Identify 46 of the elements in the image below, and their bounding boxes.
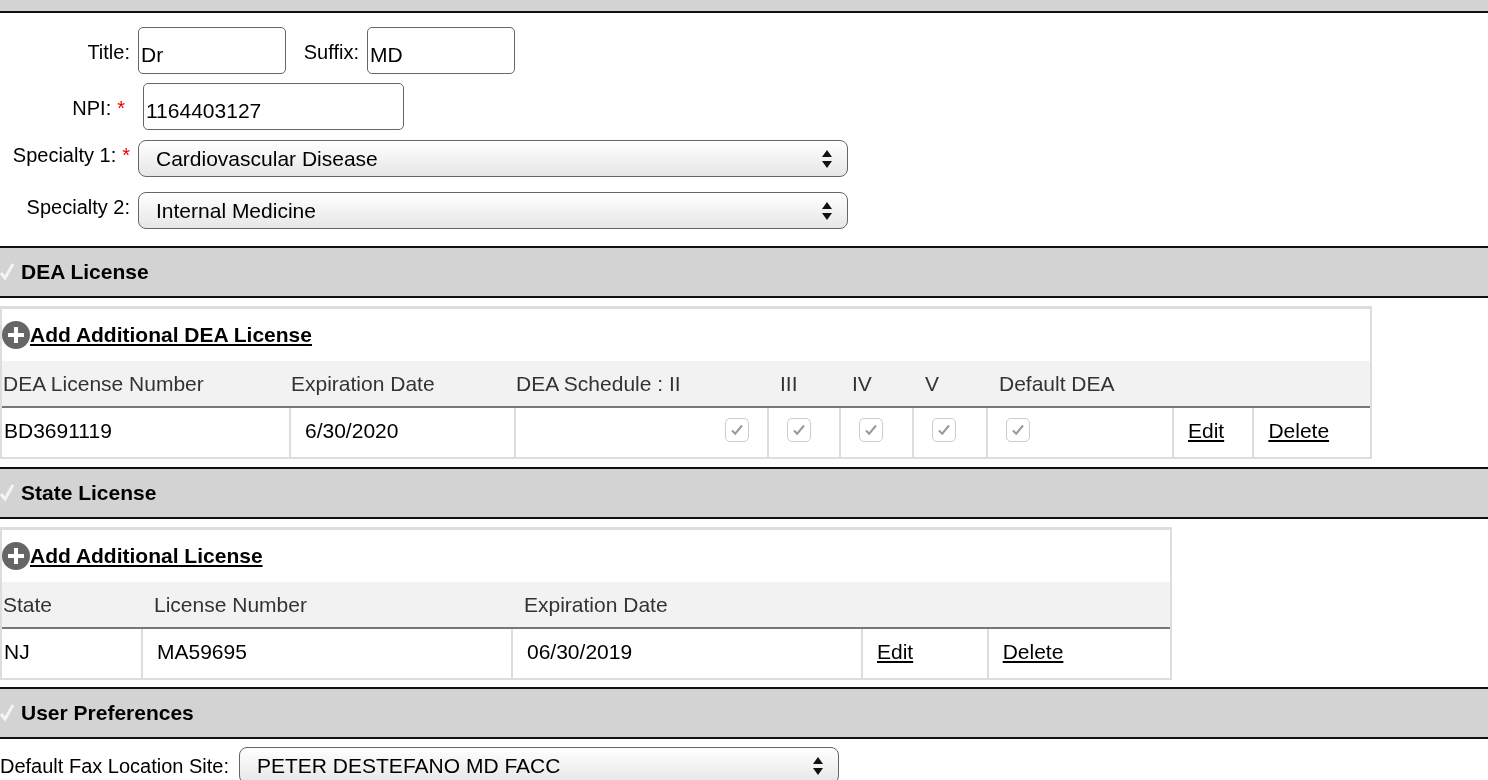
column-header: State: [2, 582, 142, 628]
check-icon: [0, 703, 15, 723]
column-header: III: [768, 361, 840, 407]
table-cell: NJ: [2, 628, 142, 678]
specialty-select[interactable]: Cardiovascular Disease: [138, 140, 848, 177]
column-header: V: [913, 361, 987, 407]
section-title: User Preferences: [21, 700, 194, 727]
required-asterisk: *: [117, 97, 125, 119]
column-header: DEA License Number: [2, 361, 290, 407]
column-header: DEA Schedule : II: [515, 361, 768, 407]
section-title: State License: [21, 480, 157, 507]
select-arrows-icon: [821, 148, 833, 169]
plus-circle-icon[interactable]: [2, 321, 30, 349]
delete-link[interactable]: Delete: [1268, 418, 1330, 442]
text-input[interactable]: MD: [367, 27, 515, 74]
add-license-link[interactable]: Add Additional License: [30, 540, 263, 572]
add-license-link[interactable]: Add Additional DEA License: [30, 319, 312, 351]
table-cell: MA59695: [142, 628, 512, 678]
column-header: Expiration Date: [512, 582, 862, 628]
edit-link[interactable]: Edit: [1188, 418, 1225, 442]
table-cell: 06/30/2019: [512, 628, 862, 678]
column-header: Default DEA: [987, 361, 1173, 407]
text-input[interactable]: Dr: [138, 27, 286, 74]
field-label: Default Fax Location Site:: [0, 753, 229, 779]
section-title: DEA License: [21, 259, 149, 286]
check-icon: [0, 483, 15, 503]
field-label: NPI:: [72, 97, 112, 119]
field-label: Suffix:: [303, 41, 359, 63]
edit-link[interactable]: Edit: [877, 639, 914, 663]
table-cell: 6/30/2020: [290, 407, 515, 457]
fax-location-select[interactable]: PETER DESTEFANO MD FACC: [239, 747, 839, 780]
field-label: Specialty 2:: [26, 196, 130, 218]
check-icon: [0, 262, 15, 282]
required-asterisk: *: [122, 144, 130, 166]
npi-input[interactable]: 1164403127: [143, 83, 404, 130]
delete-link[interactable]: Delete: [1002, 639, 1064, 663]
field-label: Specialty 1:: [12, 144, 117, 166]
field-label: Title:: [87, 41, 130, 63]
specialty-select[interactable]: Internal Medicine: [138, 192, 848, 229]
column-header: IV: [840, 361, 913, 407]
column-header: License Number: [142, 582, 512, 628]
plus-circle-icon[interactable]: [2, 542, 30, 570]
select-arrows-icon: [812, 755, 824, 776]
select-arrows-icon: [821, 200, 833, 221]
column-header: Expiration Date: [290, 361, 515, 407]
table-cell: BD3691119: [2, 407, 290, 457]
